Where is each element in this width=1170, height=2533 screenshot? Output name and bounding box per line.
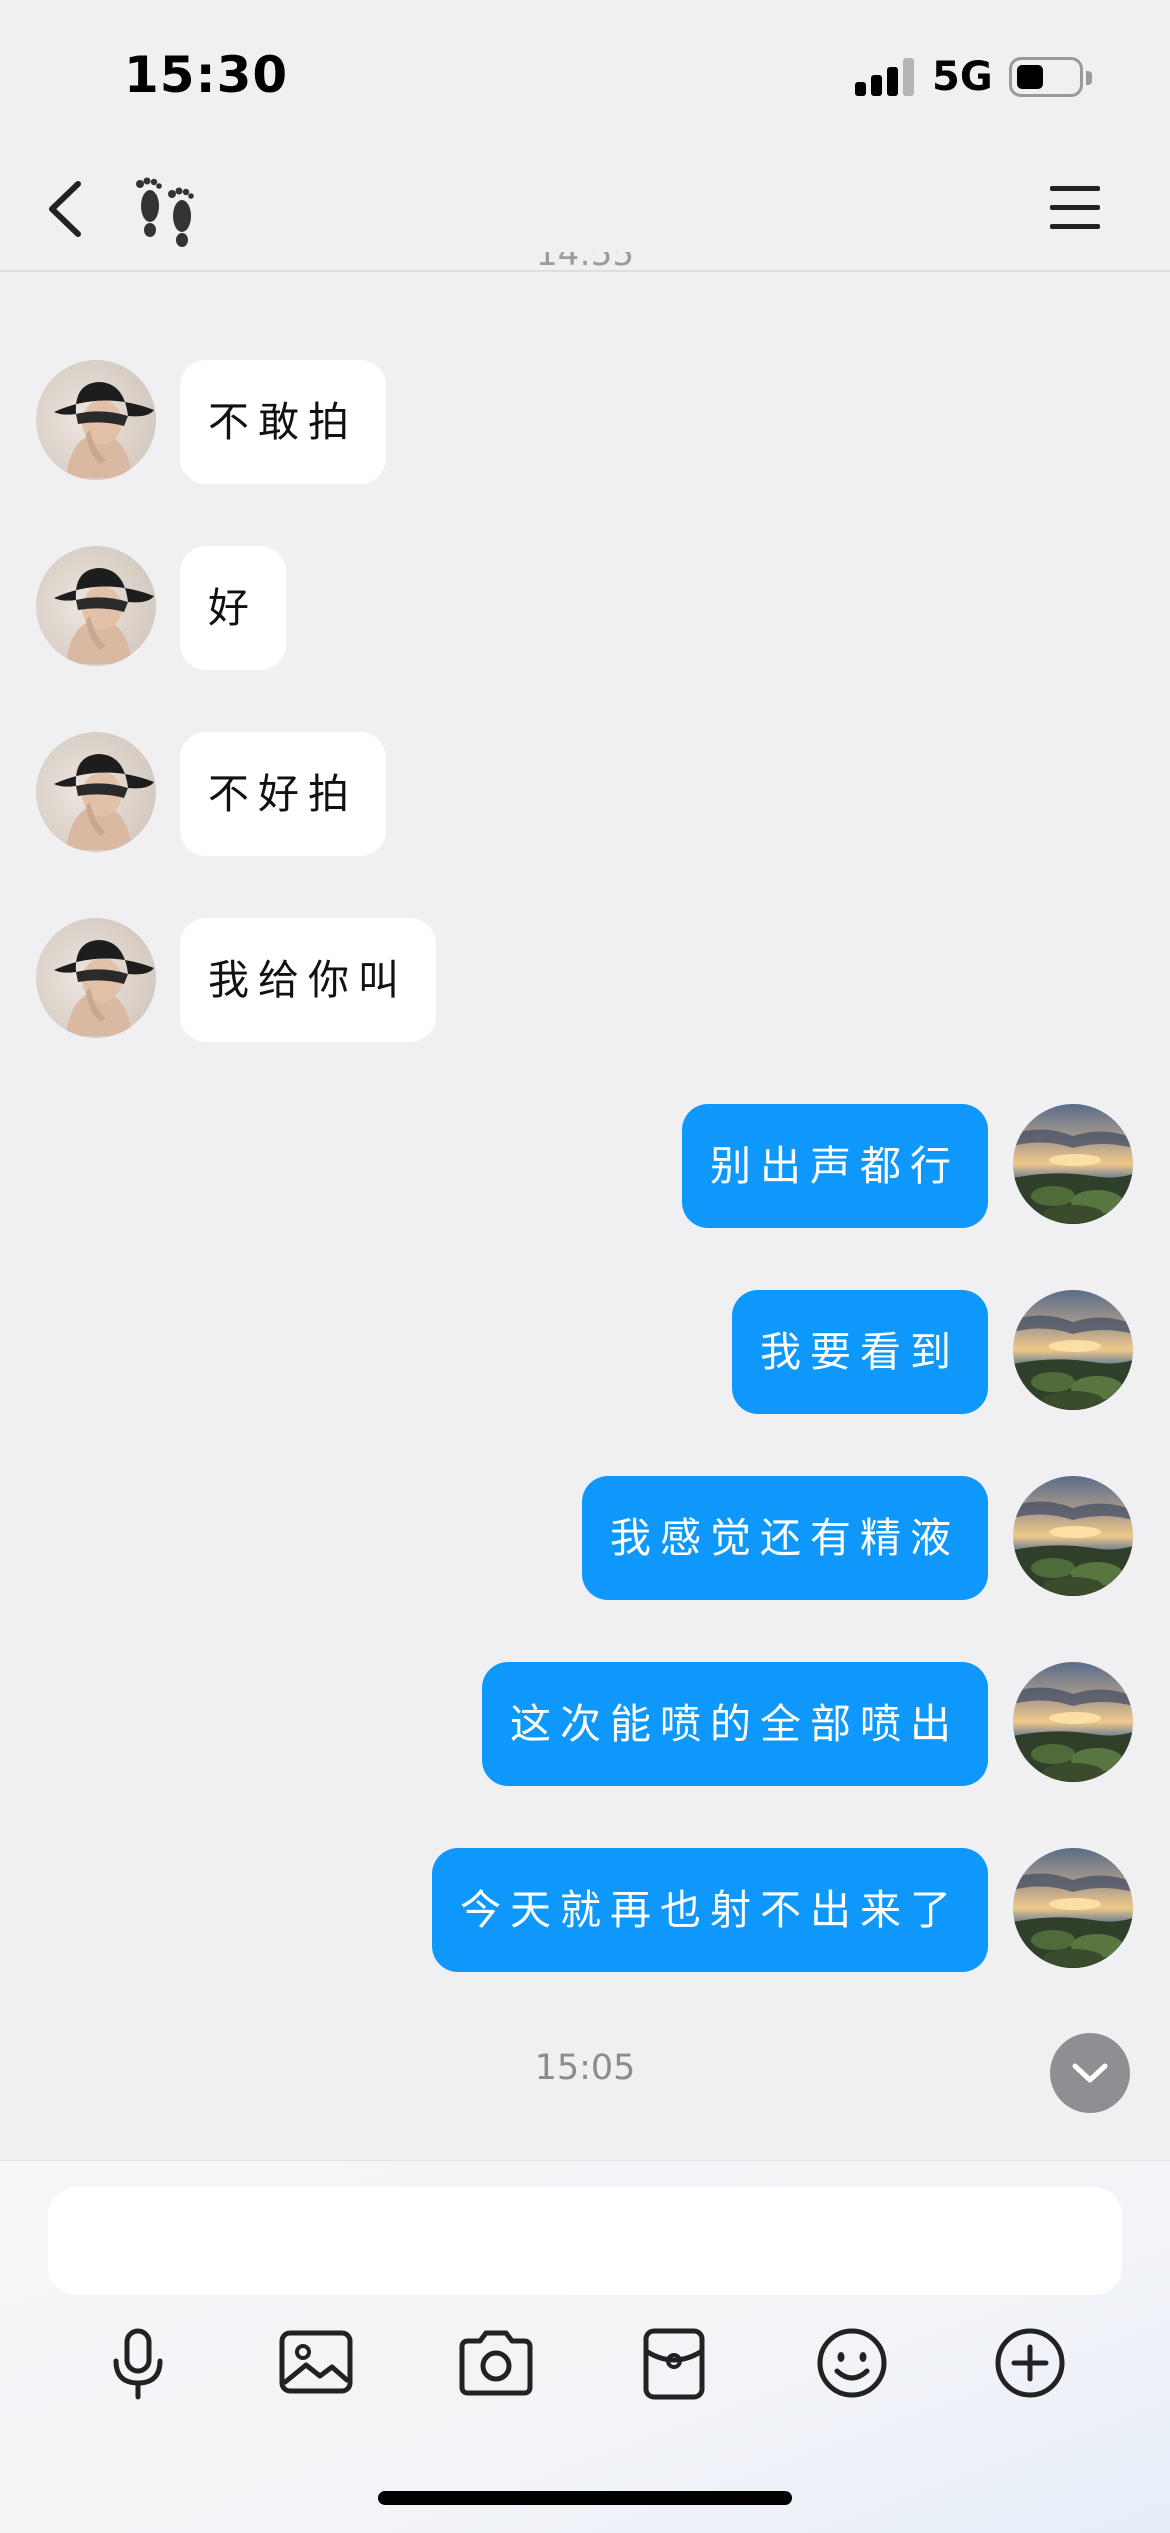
hamburger-menu-icon[interactable] (1044, 180, 1108, 236)
message-bubble[interactable]: 我给你叫 (180, 918, 436, 1042)
plus-icon[interactable] (988, 2321, 1072, 2405)
my-avatar[interactable] (1013, 1104, 1133, 1224)
my-avatar[interactable] (1013, 1848, 1133, 1968)
message-bubble[interactable]: 不敢拍 (180, 360, 386, 484)
red-packet-icon[interactable] (632, 2321, 716, 2405)
message-bubble[interactable]: 我要看到 (732, 1290, 988, 1414)
cellular-signal-icon (855, 58, 915, 96)
outgoing-message: 我感觉还有精液 (0, 1476, 1170, 1600)
message-bubble[interactable]: 这次能喷的全部喷出 (482, 1662, 988, 1786)
contact-avatar[interactable] (36, 918, 156, 1038)
incoming-message: 不敢拍 (0, 360, 1170, 484)
message-bubble[interactable]: 别出声都行 (682, 1104, 988, 1228)
clock: 15:30 (124, 46, 289, 104)
status-bar: 15:30 5G (0, 0, 1170, 150)
outgoing-message: 今天就再也射不出来了 (0, 1848, 1170, 1972)
emoji-icon[interactable] (810, 2321, 894, 2405)
contact-avatar[interactable] (36, 546, 156, 666)
outgoing-message: 我要看到 (0, 1290, 1170, 1414)
my-avatar[interactable] (1013, 1476, 1133, 1596)
my-avatar[interactable] (1013, 1662, 1133, 1782)
composer (0, 2160, 1170, 2533)
incoming-message: 我给你叫 (0, 918, 1170, 1042)
image-icon[interactable] (274, 2321, 358, 2405)
incoming-message: 不好拍 (0, 732, 1170, 856)
chevron-down-icon (1072, 2063, 1108, 2083)
message-bubble[interactable]: 好 (180, 546, 286, 670)
scroll-to-bottom-button[interactable] (1050, 2033, 1130, 2113)
battery-icon (1009, 57, 1092, 97)
chevron-left-icon[interactable] (40, 174, 100, 244)
home-indicator (378, 2491, 792, 2505)
message-bubble[interactable]: 不好拍 (180, 732, 386, 856)
contact-avatar[interactable] (36, 732, 156, 852)
message-bubble[interactable]: 今天就再也射不出来了 (432, 1848, 988, 1972)
my-avatar[interactable] (1013, 1290, 1133, 1410)
camera-icon[interactable] (454, 2321, 538, 2405)
incoming-message: 好 (0, 546, 1170, 670)
microphone-icon[interactable] (96, 2321, 180, 2405)
contact-avatar[interactable] (36, 360, 156, 480)
message-bubble[interactable]: 我感觉还有精液 (582, 1476, 988, 1600)
message-timestamp: 15:05 (534, 2048, 636, 2088)
outgoing-message: 这次能喷的全部喷出 (0, 1662, 1170, 1786)
partial-timestamp: 14:55 (536, 252, 634, 274)
outgoing-message: 别出声都行 (0, 1104, 1170, 1228)
message-input[interactable] (48, 2187, 1122, 2295)
footprints-icon[interactable] (128, 172, 208, 248)
network-type: 5G (932, 54, 993, 100)
